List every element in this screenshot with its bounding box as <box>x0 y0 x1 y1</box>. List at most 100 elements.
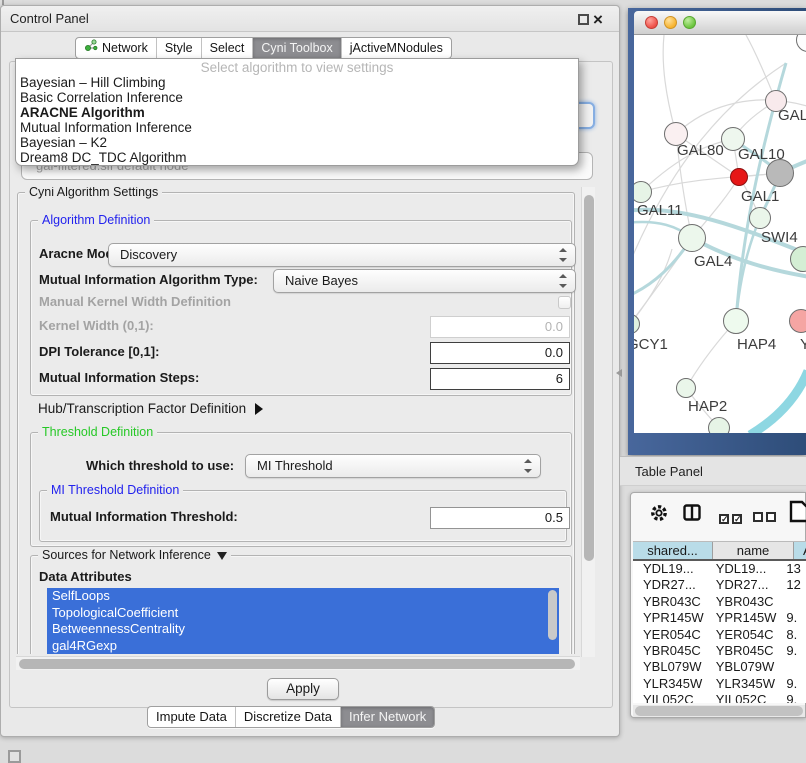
network-window-titlebar[interactable] <box>634 11 806 35</box>
table-row[interactable]: YBR043CYBR043C <box>633 594 806 610</box>
threshold-definition-title: Threshold Definition <box>38 425 157 439</box>
checked-box-icon: ✓ <box>732 514 742 524</box>
mi-threshold-definition-group: MI Threshold Definition Mutual Informati… <box>39 490 567 542</box>
network-node[interactable] <box>708 417 730 433</box>
list-item[interactable]: SelfLoops <box>47 588 559 605</box>
select-all-checkboxes-icon[interactable]: ✓✓ <box>719 509 745 527</box>
settings-vertical-scrollbar[interactable] <box>581 187 595 657</box>
scrollbar-thumb[interactable] <box>584 195 594 561</box>
settings-horizontal-scrollbar[interactable] <box>16 656 580 670</box>
menu-item-selected[interactable]: ARACNE Algorithm <box>16 105 578 120</box>
network-view-window: GAL GAL80 GAL10 GAL1 GAL11 SWI4 GAL4 GCY… <box>628 8 806 455</box>
table-row[interactable]: YBL079WYBL079W <box>633 659 806 675</box>
table-horizontal-scrollbar[interactable] <box>633 705 805 717</box>
mi-threshold-field[interactable]: 0.5 <box>430 507 570 529</box>
table-row[interactable]: YDL19...YDL19...13 <box>633 561 806 577</box>
table-row[interactable]: YLR345WYLR345W9. <box>633 676 806 692</box>
which-threshold-label: Which threshold to use: <box>86 455 234 477</box>
node-label: GAL1 <box>741 188 779 205</box>
table-row[interactable]: YIL052CYIL052C9. <box>633 692 806 703</box>
table-row[interactable]: YER054CYER054C8. <box>633 627 806 643</box>
column-header-name[interactable]: name <box>713 542 794 559</box>
data-attributes-label: Data Attributes <box>39 566 132 588</box>
tab-infer-network[interactable]: Infer Network <box>340 707 434 727</box>
which-threshold-combobox[interactable]: MI Threshold <box>245 454 541 478</box>
checked-box-icon: ✓ <box>719 514 729 524</box>
collapse-down-icon <box>217 552 227 560</box>
close-icon[interactable]: × <box>593 7 603 33</box>
network-node[interactable] <box>789 309 806 333</box>
tab-network[interactable]: Network <box>76 38 156 58</box>
cyni-bottom-tabbar: Impute Data Discretize Data Infer Networ… <box>147 706 435 728</box>
threshold-definition-group: Threshold Definition Which threshold to … <box>30 432 572 547</box>
list-scrollbar-thumb[interactable] <box>548 590 557 640</box>
network-node[interactable] <box>766 159 794 187</box>
tab-impute-data[interactable]: Impute Data <box>148 707 235 727</box>
table-row[interactable]: YPR145WYPR145W9. <box>633 610 806 626</box>
control-panel-titlebar[interactable]: Control Panel × <box>1 6 619 32</box>
aracne-mode-combobox[interactable]: Discovery <box>108 243 576 267</box>
list-item[interactable]: BetweennessCentrality <box>47 621 559 638</box>
kernel-width-field[interactable]: 0.0 <box>430 316 570 338</box>
list-item[interactable]: TopologicalCoefficient <box>47 605 559 622</box>
splitpane-collapse-icon[interactable] <box>616 369 622 377</box>
settings-group-title: Cyni Algorithm Settings <box>25 187 162 199</box>
zoom-traffic-light-icon[interactable] <box>683 16 696 29</box>
mi-threshold-label: Mutual Information Threshold: <box>50 506 238 528</box>
node-label: GCY1 <box>634 336 668 353</box>
close-traffic-light-icon[interactable] <box>645 16 658 29</box>
network-node[interactable] <box>676 378 696 398</box>
hub-definition-expander[interactable]: Hub/Transcription Factor Definition <box>38 398 263 420</box>
document-icon[interactable] <box>788 500 806 529</box>
menu-item[interactable]: Basic Correlation Inference <box>16 90 578 105</box>
scrollbar-thumb[interactable] <box>635 706 803 716</box>
dpi-tolerance-field[interactable]: 0.0 <box>430 342 570 364</box>
sources-title[interactable]: Sources for Network Inference <box>38 548 231 562</box>
dpi-tolerance-label: DPI Tolerance [0,1]: <box>39 341 159 363</box>
cyni-algorithm-settings-group: Cyni Algorithm Settings Algorithm Defini… <box>17 192 575 654</box>
list-item[interactable]: gal4RGexp <box>47 638 559 655</box>
table-body[interactable]: YDL19...YDL19...13 YDR27...YDR27...12 YB… <box>633 561 806 703</box>
table-panel-titlebar[interactable]: Table Panel <box>620 456 806 486</box>
float-window-icon[interactable] <box>578 14 589 25</box>
table-window: ✓✓ shared... name A YDL19...YDL19...13 Y… <box>630 492 806 718</box>
unchecked-box-icon <box>766 512 776 522</box>
network-node-selected[interactable] <box>730 168 748 186</box>
menu-item[interactable]: Mutual Information Inference <box>16 120 578 135</box>
show-columns-icon[interactable] <box>683 504 701 526</box>
mi-steps-field[interactable]: 6 <box>430 368 570 390</box>
kernel-width-label: Kernel Width (0,1): <box>39 315 154 337</box>
tab-style[interactable]: Style <box>156 38 201 58</box>
tab-cyni-toolbox[interactable]: Cyni Toolbox <box>252 38 340 58</box>
deselect-all-checkboxes-icon[interactable] <box>753 509 779 527</box>
node-label: Y <box>800 336 806 353</box>
combobox-arrows-icon <box>524 459 532 473</box>
network-node[interactable] <box>723 308 749 334</box>
tab-discretize-data[interactable]: Discretize Data <box>235 707 340 727</box>
node-label: GAL4 <box>694 253 732 270</box>
network-node[interactable] <box>678 224 706 252</box>
sources-group: Sources for Network Inference Data Attri… <box>30 555 572 654</box>
tab-select[interactable]: Select <box>201 38 253 58</box>
scrollbar-thumb[interactable] <box>19 659 575 669</box>
column-header-shared-name[interactable]: shared... <box>633 542 713 559</box>
menu-item[interactable]: Dream8 DC_TDC Algorithm <box>16 150 578 165</box>
settings-gear-icon[interactable] <box>649 503 669 528</box>
column-header-partial[interactable]: A <box>794 542 806 559</box>
manual-kernel-width-checkbox[interactable] <box>558 296 571 309</box>
table-row[interactable]: YBR045CYBR045C9. <box>633 643 806 659</box>
data-attributes-list[interactable]: SelfLoops TopologicalCoefficient Between… <box>47 588 559 654</box>
mi-algorithm-type-combobox[interactable]: Naive Bayes <box>273 269 576 293</box>
restore-panel-icon[interactable] <box>8 750 21 763</box>
table-row[interactable]: YDR27...YDR27...12 <box>633 577 806 593</box>
minimize-traffic-light-icon[interactable] <box>664 16 677 29</box>
mi-algorithm-type-label: Mutual Information Algorithm Type: <box>39 269 258 291</box>
network-canvas[interactable]: GAL GAL80 GAL10 GAL1 GAL11 SWI4 GAL4 GCY… <box>634 35 806 433</box>
network-node[interactable] <box>749 207 771 229</box>
mi-steps-label: Mutual Information Steps: <box>39 367 199 389</box>
menu-item[interactable]: Bayesian – K2 <box>16 135 578 150</box>
tab-jactivemnodules[interactable]: jActiveMNodules <box>341 38 451 58</box>
menu-item[interactable]: Bayesian – Hill Climbing <box>16 75 578 90</box>
node-label: GAL80 <box>677 142 724 159</box>
apply-button[interactable]: Apply <box>267 678 339 700</box>
